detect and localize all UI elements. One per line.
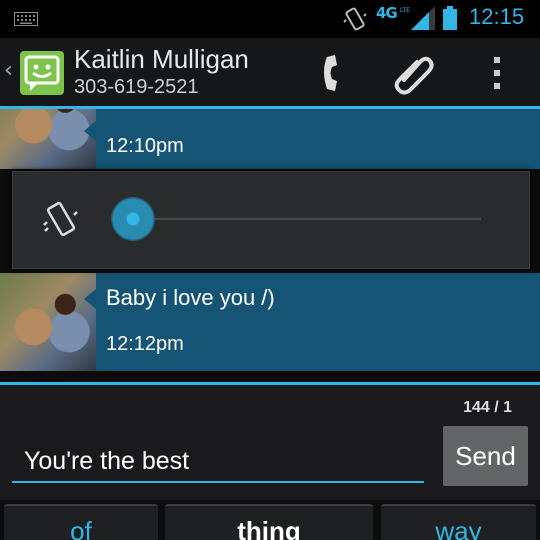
vibrate-status-icon [343,7,367,31]
contact-name: Kaitlin Mulligan [74,44,249,74]
bubble-tail [84,121,96,141]
suggestion-strip: of thing way [0,500,540,540]
contact-photo [0,109,96,169]
message-time: 12:10pm [106,135,184,157]
bubble-tail [84,289,96,309]
character-counter: 144 / 1 [463,399,512,416]
suggestion-2[interactable]: thing [165,504,373,540]
message-row[interactable]: Baby i love you /) 12:12pm [0,273,540,371]
signal-strength-icon [411,6,435,30]
keyboard-icon [14,12,38,26]
volume-slider-track[interactable] [133,218,481,220]
contact-photo [0,273,96,371]
suggestion-1[interactable]: of [4,504,158,540]
status-time: 12:15 [469,4,525,29]
call-button[interactable] [306,48,356,98]
messaging-app-icon[interactable] [20,51,64,95]
attach-button[interactable] [388,48,438,98]
battery-icon [443,6,457,30]
attach-paperclip-icon [394,56,434,95]
phone-icon [324,55,337,91]
vibrate-icon[interactable] [43,200,79,240]
back-caret-icon[interactable]: ‹ [4,58,13,83]
volume-popup [12,171,530,269]
suggestion-3[interactable]: way [381,504,536,540]
message-row[interactable]: 12:10pm [0,109,540,169]
network-lte-label: LTE [400,7,410,14]
compose-area: 144 / 1 You're the best Send [0,385,540,500]
status-bar: 4G LTE 12:15 [0,0,540,38]
message-input-value: You're the best [24,447,190,475]
send-button[interactable]: Send [443,426,528,486]
overflow-menu-button[interactable] [472,48,522,98]
contact-number: 303-619-2521 [74,76,199,98]
message-text: Baby i love you /) [106,285,275,310]
overflow-menu-icon [494,57,500,89]
message-input[interactable]: You're the best [12,441,424,483]
message-time: 12:12pm [106,333,184,355]
volume-slider-thumb[interactable] [111,197,155,241]
network-type-label: 4G [376,4,398,22]
conversation-action-bar: ‹ Kaitlin Mulligan 303-619-2521 [0,38,540,109]
